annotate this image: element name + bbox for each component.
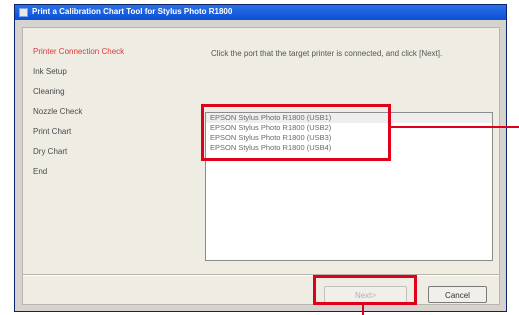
window-title: Print a Calibration Chart Tool for Stylu…: [32, 7, 233, 16]
highlight-next-button: [313, 275, 417, 305]
wizard-panel: Printer Connection Check Ink Setup Clean…: [22, 27, 500, 305]
step-print-chart: Print Chart: [33, 127, 72, 136]
step-end: End: [33, 167, 48, 176]
button-divider: [23, 274, 499, 276]
instruction-text: Click the port that the target printer i…: [211, 49, 443, 58]
title-bar[interactable]: Print a Calibration Chart Tool for Stylu…: [15, 5, 506, 20]
cancel-button[interactable]: Cancel: [428, 286, 487, 303]
step-ink-setup: Ink Setup: [33, 67, 67, 76]
callout-line-port-list: [390, 126, 519, 128]
step-dry-chart: Dry Chart: [33, 147, 68, 156]
app-icon: [19, 8, 28, 17]
step-list: Printer Connection Check Ink Setup Clean…: [33, 42, 124, 182]
highlight-port-list: [201, 104, 391, 161]
step-printer-connection-check: Printer Connection Check: [33, 47, 125, 56]
step-nozzle-check: Nozzle Check: [33, 107, 83, 116]
callout-line-next-button: [362, 304, 364, 315]
step-cleaning: Cleaning: [33, 87, 65, 96]
